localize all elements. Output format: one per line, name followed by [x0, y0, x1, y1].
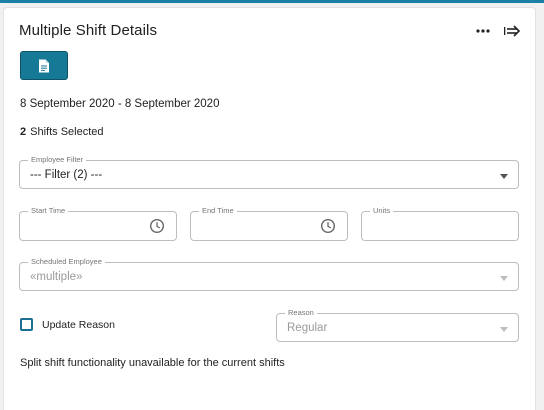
more-horizontal-icon: [476, 29, 490, 33]
clock-icon[interactable]: [149, 218, 165, 234]
employee-filter-select[interactable]: Employee Filter --- Filter (2) ---: [19, 155, 519, 189]
update-reason-checkbox[interactable]: [20, 318, 33, 331]
more-options-button[interactable]: [474, 22, 492, 40]
chevron-down-icon: [500, 174, 508, 179]
end-time-field[interactable]: End Time: [190, 206, 348, 241]
employee-filter-label: Employee Filter: [28, 155, 87, 165]
update-reason-label: Update Reason: [42, 318, 115, 331]
split-shift-message: Split shift functionality unavailable fo…: [20, 357, 285, 369]
scheduled-employee-value: «multiple»: [30, 271, 83, 283]
scheduled-employee-label: Scheduled Employee: [28, 257, 105, 267]
shifts-selected-label: Shifts Selected: [30, 126, 104, 138]
reason-select: Reason Regular: [276, 308, 519, 342]
chevron-down-icon: [500, 276, 508, 281]
start-time-label: Start Time: [28, 206, 69, 216]
units-label: Units: [370, 206, 394, 216]
end-time-label: End Time: [199, 206, 237, 216]
scheduled-employee-select: Scheduled Employee «multiple»: [19, 257, 519, 291]
document-button[interactable]: [20, 51, 68, 80]
reason-label: Reason: [285, 308, 317, 318]
units-field[interactable]: Units: [361, 206, 519, 241]
document-icon: [39, 59, 49, 72]
top-accent-strip: [0, 0, 544, 3]
chevron-down-icon: [500, 327, 508, 332]
multiple-shift-details-panel: Multiple Shift Details 8 September 2020 …: [3, 7, 536, 410]
date-range-text: 8 September 2020 - 8 September 2020: [20, 98, 220, 110]
start-time-field[interactable]: Start Time: [19, 206, 177, 241]
update-reason-checkbox-row[interactable]: Update Reason: [20, 318, 115, 331]
shifts-selected-text: 2 Shifts Selected: [20, 126, 104, 138]
shifts-selected-count: 2: [20, 126, 27, 138]
employee-filter-value: --- Filter (2) ---: [30, 169, 103, 181]
arrow-right-bar-icon: [504, 25, 520, 37]
panel-title: Multiple Shift Details: [19, 22, 158, 39]
reason-value: Regular: [287, 322, 328, 334]
clock-icon[interactable]: [320, 218, 336, 234]
collapse-panel-button[interactable]: [501, 22, 523, 40]
